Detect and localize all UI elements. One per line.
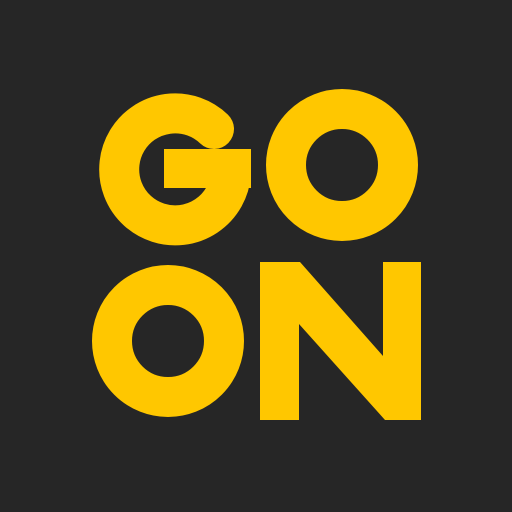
go-on-logo [0, 0, 512, 512]
letter-g-bar [164, 149, 251, 188]
logo-background [0, 0, 512, 512]
app-icon-canvas: GO ON [0, 0, 512, 512]
